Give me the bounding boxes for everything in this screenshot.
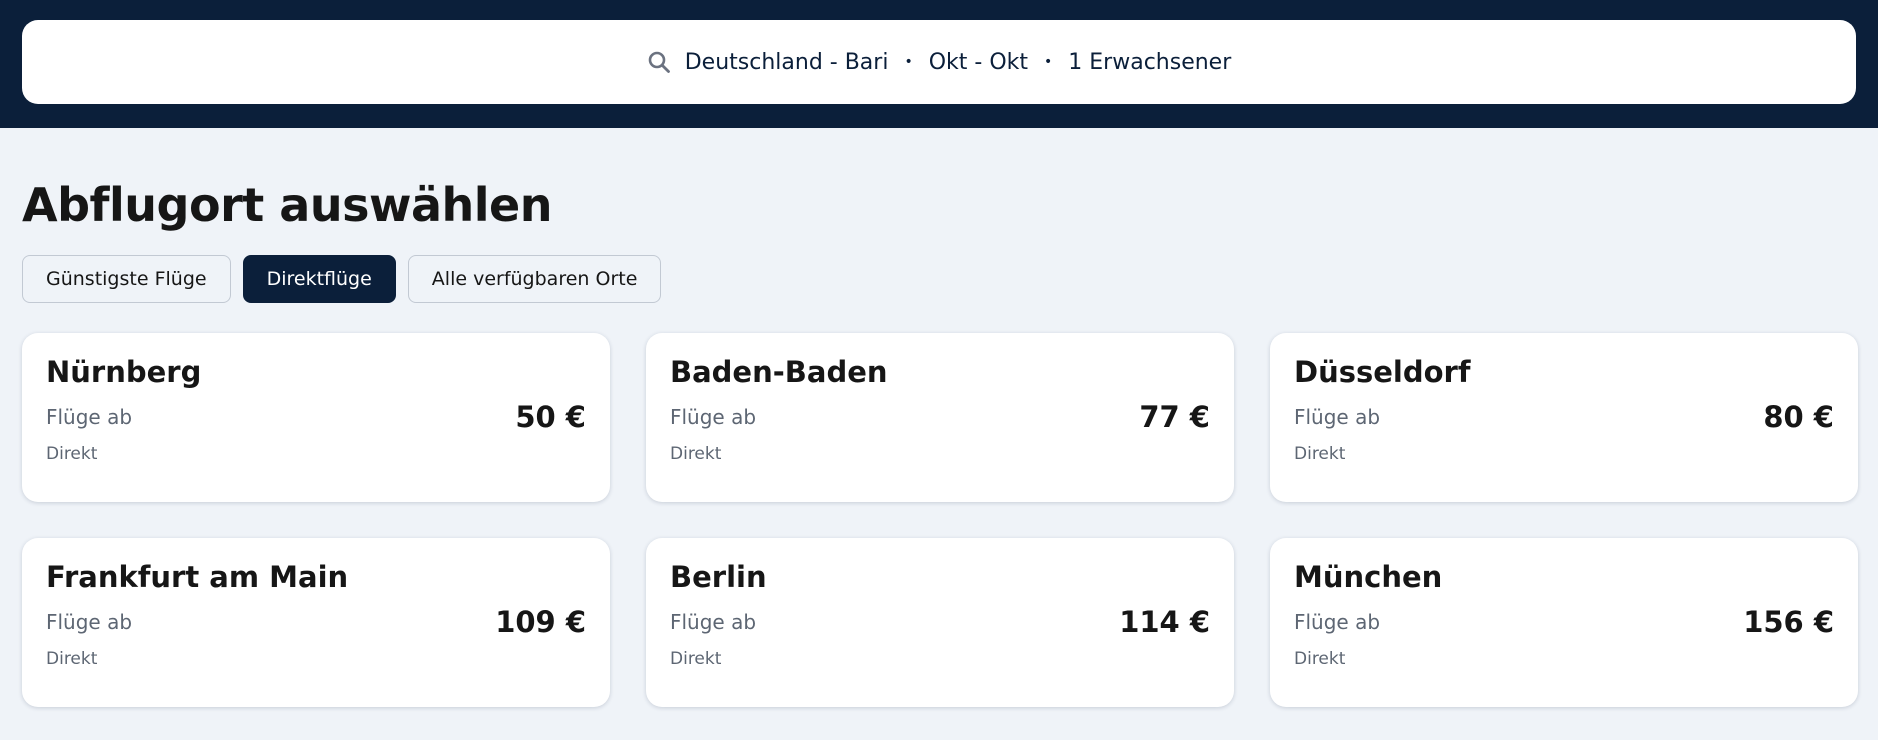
card-direct-tag: Direkt: [1294, 443, 1346, 464]
card-price: 77 €: [1139, 399, 1210, 434]
departure-card-duesseldorf[interactable]: Düsseldorf Flüge ab 80 € Direkt: [1270, 333, 1858, 503]
card-direct-tag: Direkt: [46, 648, 98, 669]
card-from-label: Flüge ab: [46, 609, 133, 634]
card-direct-tag: Direkt: [1294, 648, 1346, 669]
card-city: Düsseldorf: [1294, 355, 1471, 390]
card-from-label: Flüge ab: [1294, 609, 1381, 634]
card-city: Baden-Baden: [670, 355, 888, 390]
page-title: Abflugort auswählen: [22, 178, 552, 232]
departure-card-baden-baden[interactable]: Baden-Baden Flüge ab 77 € Direkt: [646, 333, 1234, 503]
separator-dot: •: [1044, 54, 1053, 70]
card-from-label: Flüge ab: [46, 404, 133, 429]
card-direct-tag: Direkt: [670, 443, 722, 464]
card-from-label: Flüge ab: [670, 404, 757, 429]
search-icon: [647, 50, 671, 74]
filter-tabs: Günstigste Flüge Direktflüge Alle verfüg…: [22, 255, 1856, 304]
card-from-label: Flüge ab: [670, 609, 757, 634]
card-direct-tag: Direkt: [670, 648, 722, 669]
card-city: Frankfurt am Main: [46, 560, 349, 595]
departure-card-berlin[interactable]: Berlin Flüge ab 114 € Direkt: [646, 538, 1234, 708]
search-summary-button[interactable]: Deutschland - Bari • Okt - Okt • 1 Erwac…: [22, 20, 1856, 104]
card-city: Nürnberg: [46, 355, 202, 390]
header-bar: Deutschland - Bari • Okt - Okt • 1 Erwac…: [0, 0, 1878, 128]
search-travellers: 1 Erwachsener: [1068, 49, 1232, 75]
card-direct-tag: Direkt: [46, 443, 98, 464]
departure-grid: Nürnberg Flüge ab 50 € Direkt Baden-Bade…: [22, 333, 1858, 708]
tab-direct-flights[interactable]: Direktflüge: [242, 255, 396, 304]
card-price: 80 €: [1763, 399, 1834, 434]
search-dates: Okt - Okt: [928, 49, 1029, 75]
tab-cheapest-flights[interactable]: Günstigste Flüge: [22, 255, 231, 304]
main-content: Abflugort auswählen Günstigste Flüge Dir…: [0, 128, 1878, 708]
tab-all-locations[interactable]: Alle verfügbaren Orte: [407, 255, 662, 304]
card-price: 156 €: [1743, 604, 1834, 639]
departure-card-nuernberg[interactable]: Nürnberg Flüge ab 50 € Direkt: [22, 333, 610, 503]
card-city: Berlin: [670, 560, 767, 595]
card-from-label: Flüge ab: [1294, 404, 1381, 429]
card-city: München: [1294, 560, 1443, 595]
departure-card-frankfurt[interactable]: Frankfurt am Main Flüge ab 109 € Direkt: [22, 538, 610, 708]
departure-card-muenchen[interactable]: München Flüge ab 156 € Direkt: [1270, 538, 1858, 708]
separator-dot: •: [904, 54, 913, 70]
card-price: 114 €: [1119, 604, 1210, 639]
card-price: 50 €: [515, 399, 586, 434]
card-price: 109 €: [495, 604, 586, 639]
search-route: Deutschland - Bari: [684, 49, 889, 75]
